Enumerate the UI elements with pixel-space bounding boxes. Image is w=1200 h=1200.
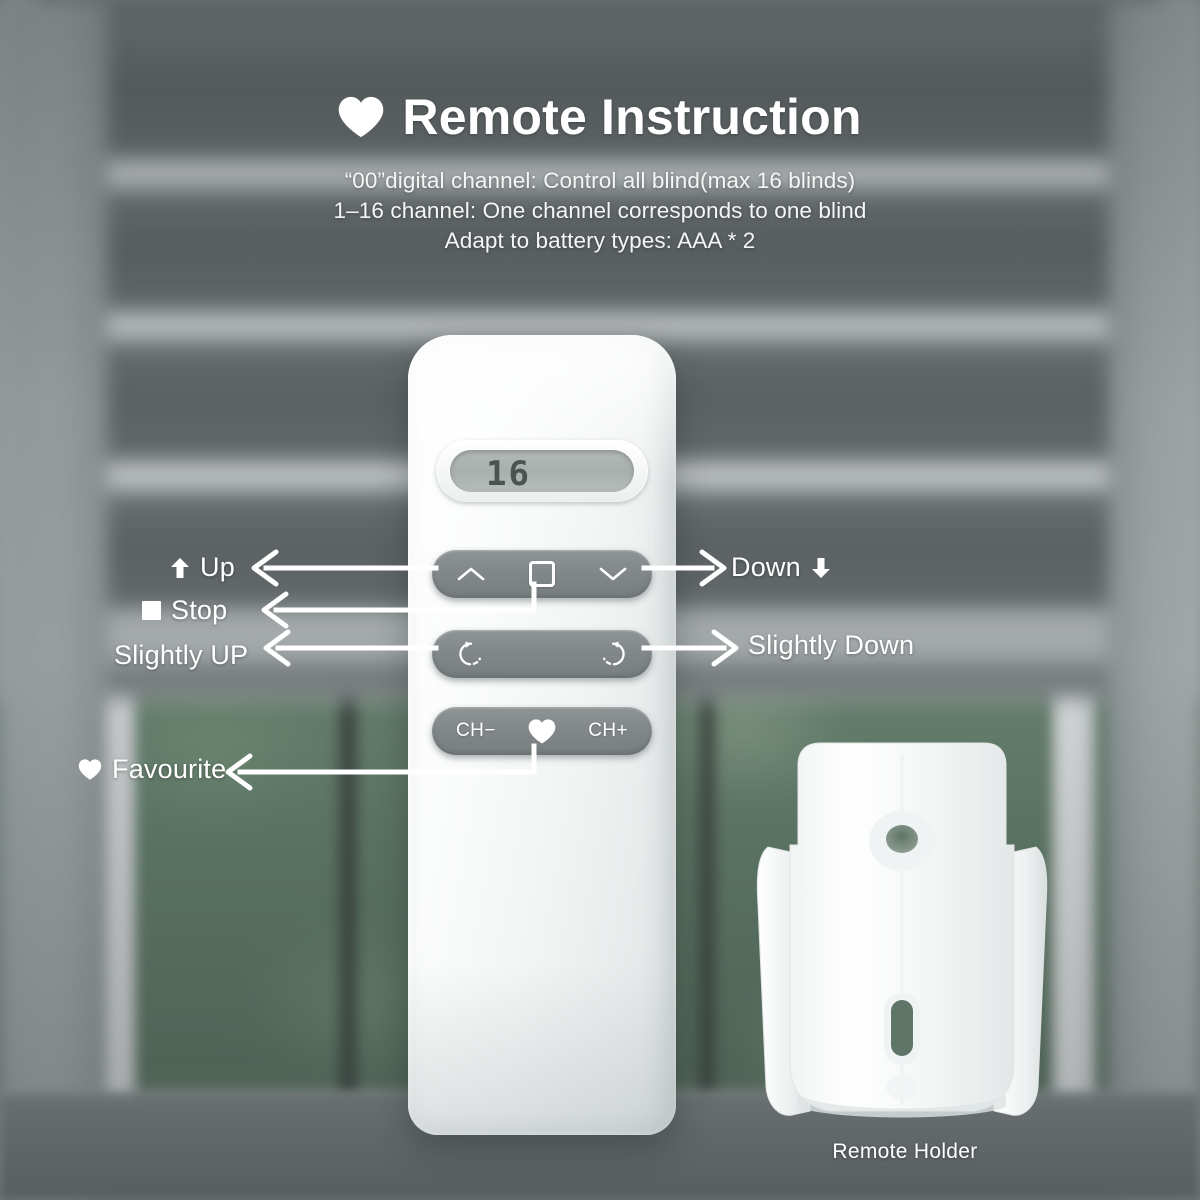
product-infographic: Remote Instruction “00”digital channel: … <box>0 0 1200 1200</box>
title-row: Remote Instruction <box>0 92 1200 142</box>
screw-slot-bottom <box>891 1000 913 1056</box>
chevron-down-icon[interactable] <box>598 565 628 583</box>
rotate-clockwise-icon[interactable] <box>598 639 628 669</box>
subtitle-line-1: “00”digital channel: Control all blind(m… <box>344 168 856 193</box>
up-stop-down-button-row[interactable] <box>432 550 652 598</box>
chevron-up-icon[interactable] <box>456 565 486 583</box>
square-stop-icon[interactable] <box>529 561 555 587</box>
arrow-up-icon <box>171 557 189 578</box>
heart-icon[interactable] <box>528 718 556 744</box>
callout-slightly-down: Slightly Down <box>748 630 914 661</box>
rotate-counterclockwise-icon[interactable] <box>456 639 486 669</box>
callout-stop: Stop <box>142 595 227 626</box>
callout-up: Up <box>170 552 235 583</box>
remote-holder-bracket <box>752 735 1052 1130</box>
header-block: Remote Instruction “00”digital channel: … <box>0 92 1200 256</box>
callout-down-label: Down <box>731 552 801 582</box>
heart-icon <box>339 96 384 138</box>
channel-button-row[interactable]: CH− CH+ <box>432 707 652 755</box>
remote-shadow-bottom <box>408 965 676 1135</box>
subtitle-block: “00”digital channel: Control all blind(m… <box>0 166 1200 256</box>
screw-hole-top <box>886 825 918 853</box>
callout-slightly-down-label: Slightly Down <box>748 630 915 660</box>
callout-slightly-up-label: Slightly UP <box>114 640 249 670</box>
square-icon <box>142 601 161 620</box>
holder-shape <box>756 742 1048 1118</box>
callout-up-label: Up <box>200 552 235 582</box>
channel-display-value: 16 <box>486 454 531 492</box>
callout-favourite: Favourite <box>78 754 226 785</box>
callout-slightly-up: Slightly UP <box>114 640 248 671</box>
arrow-down-icon <box>811 557 830 578</box>
callout-down: Down <box>731 552 831 583</box>
channel-down-label[interactable]: CH− <box>456 720 496 742</box>
lcd-bezel: 16 <box>436 440 648 502</box>
subtitle-line-3: Adapt to battery types: AAA * 2 <box>444 228 756 253</box>
holder-caption: Remote Holder <box>832 1140 978 1163</box>
callout-stop-label: Stop <box>171 595 228 625</box>
lcd-screen: 16 <box>450 450 634 492</box>
channel-up-label[interactable]: CH+ <box>588 720 628 742</box>
subtitle-line-2: 1–16 channel: One channel corresponds to… <box>333 198 867 223</box>
holder-dimple <box>886 1075 918 1099</box>
tilt-button-row[interactable] <box>432 630 652 678</box>
heart-icon <box>78 759 102 780</box>
callout-favourite-label: Favourite <box>112 754 227 784</box>
page-title: Remote Instruction <box>402 89 862 145</box>
remote-control-device: 16 CH− CH+ <box>408 335 676 1135</box>
